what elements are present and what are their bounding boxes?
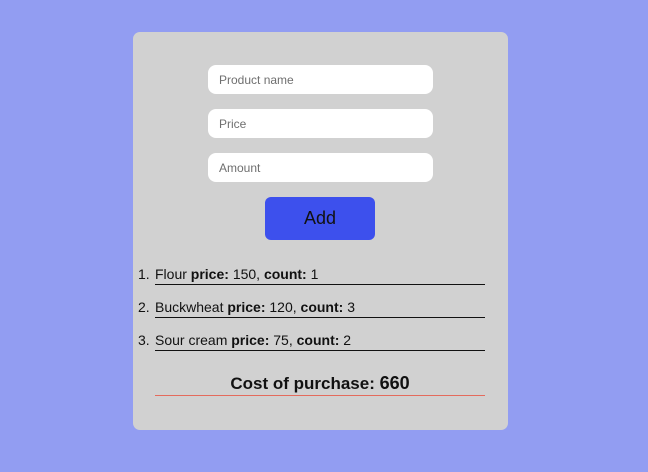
total-value: 660 (379, 373, 410, 393)
purchase-total: Cost of purchase: 660 (155, 372, 485, 396)
list-item: 3. Sour cream price: 75, count: 2 (138, 331, 485, 351)
product-name-input[interactable] (208, 65, 433, 94)
item-number: 1. (138, 266, 150, 282)
separator: , (288, 332, 293, 348)
list-item: 1. Flour price: 150, count: 1 (138, 265, 485, 285)
count-label: count: (296, 332, 340, 348)
price-label: price: (231, 332, 270, 348)
item-name: Buckwheat (155, 299, 224, 315)
item-text: Sour cream price: 75, count: 2 (155, 331, 485, 351)
item-number: 3. (138, 332, 150, 348)
item-price: 120 (269, 299, 293, 315)
item-name: Sour cream (155, 332, 228, 348)
total-label: Cost of purchase: (230, 374, 375, 393)
add-button[interactable]: Add (265, 197, 375, 240)
count-label: count: (263, 266, 307, 282)
purchase-card: Add 1. Flour price: 150, count: 1 2. Buc… (133, 32, 508, 430)
list-item: 2. Buckwheat price: 120, count: 3 (138, 298, 485, 318)
item-text: Buckwheat price: 120, count: 3 (155, 298, 485, 318)
count-label: count: (300, 299, 344, 315)
separator: , (292, 299, 297, 315)
separator: , (256, 266, 261, 282)
price-label: price: (190, 266, 229, 282)
item-name: Flour (155, 266, 187, 282)
price-label: price: (227, 299, 266, 315)
item-count: 1 (310, 266, 319, 282)
item-price: 75 (273, 332, 289, 348)
item-price: 150 (232, 266, 257, 282)
product-list: 1. Flour price: 150, count: 1 2. Buckwhe… (138, 265, 485, 364)
item-count: 3 (347, 299, 355, 315)
item-number: 2. (138, 299, 150, 315)
item-count: 2 (343, 332, 352, 348)
item-text: Flour price: 150, count: 1 (155, 265, 485, 285)
price-input[interactable] (208, 109, 433, 138)
amount-input[interactable] (208, 153, 433, 182)
